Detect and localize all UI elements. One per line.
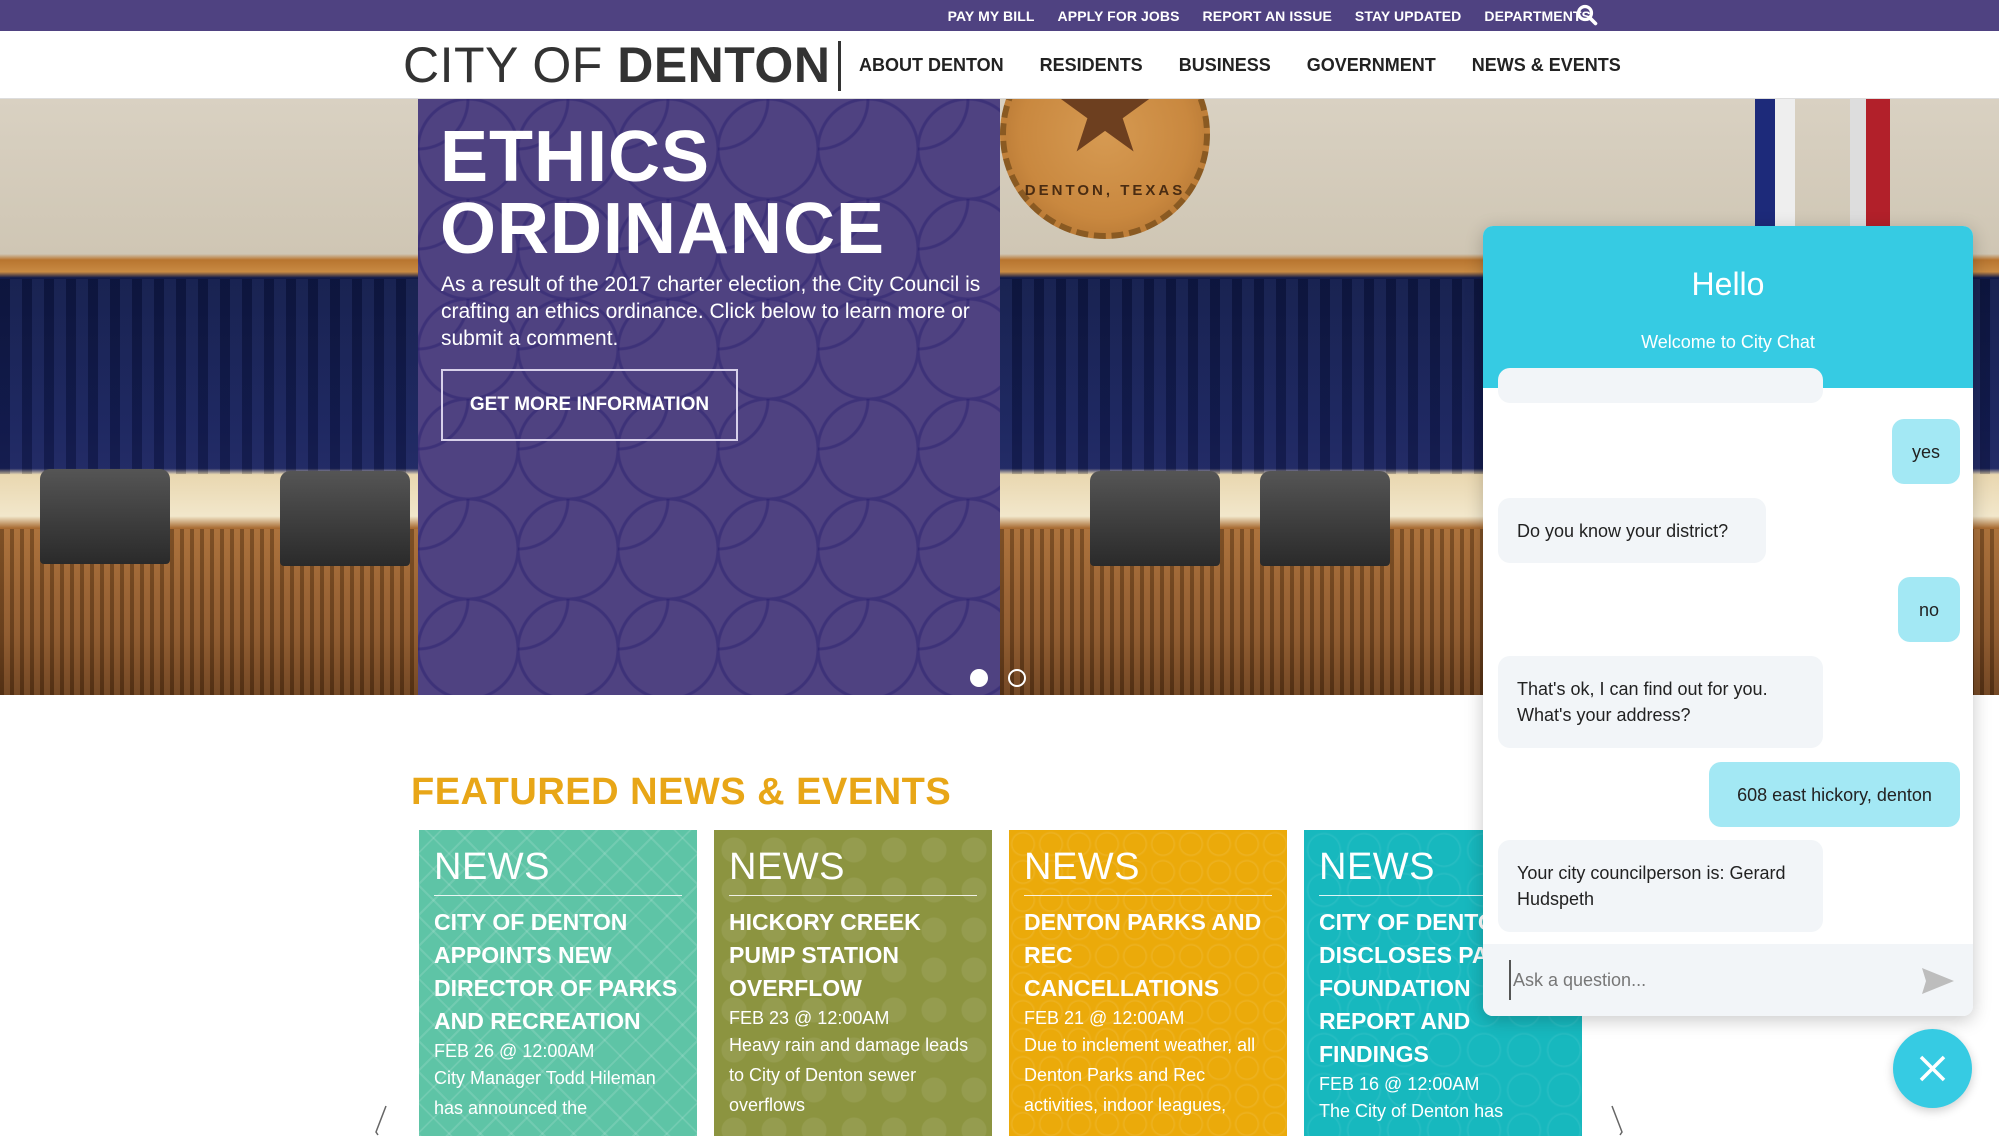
news-cards: NEWS CITY OF DENTON APPOINTS NEW DIRECTO… [419, 830, 1582, 1136]
card-excerpt: City Manager Todd Hileman has announced … [434, 1068, 656, 1118]
utility-link-pay-my-bill[interactable]: PAY MY BILL [948, 8, 1035, 24]
chat-question-input[interactable] [1509, 960, 1899, 1000]
card-kicker: NEWS [434, 848, 682, 896]
flag-image [1850, 99, 1890, 239]
slider-dots [970, 669, 1026, 687]
seal-text: DENTON, TEXAS [1024, 182, 1186, 199]
card-date: FEB 23 @ 12:00AM [729, 1008, 890, 1028]
chat-message-user: yes [1892, 419, 1960, 484]
primary-nav: ABOUT DENTON RESIDENTS BUSINESS GOVERNME… [859, 31, 1621, 99]
chevron-right-icon [1611, 1105, 1623, 1136]
hero-title-line1: ETHICS [440, 117, 711, 197]
chevron-left-icon [375, 1105, 387, 1136]
nav-item-news-events[interactable]: NEWS & EVENTS [1472, 55, 1621, 76]
chair-image [280, 471, 410, 566]
card-kicker: NEWS [729, 848, 977, 896]
slider-dot-2[interactable] [1008, 669, 1026, 687]
carousel-prev-button[interactable] [372, 1104, 392, 1136]
hero-body: As a result of the 2017 charter election… [441, 273, 981, 350]
logo-text-bold: DENTON [617, 37, 831, 93]
hero-title-line2: ORDINANCE [440, 189, 886, 269]
card-excerpt: Due to inclement weather, all Denton Par… [1024, 1035, 1256, 1115]
hero-panel: ETHICS ORDINANCE As a result of the 2017… [418, 99, 1000, 695]
search-button[interactable] [1575, 3, 1599, 27]
carousel-next-button[interactable] [1608, 1104, 1628, 1136]
card-date: FEB 26 @ 12:00AM [434, 1041, 595, 1061]
utility-bar: PAY MY BILL APPLY FOR JOBS REPORT AN ISS… [0, 0, 1999, 31]
card-date: FEB 21 @ 12:00AM [1024, 1008, 1185, 1028]
chat-message-list[interactable]: yes Do you know your district? no That's… [1483, 368, 1973, 946]
news-card[interactable]: NEWS CITY OF DENTON APPOINTS NEW DIRECTO… [419, 830, 697, 1136]
flag-image [1755, 99, 1795, 239]
nav-item-residents[interactable]: RESIDENTS [1040, 55, 1143, 76]
news-card[interactable]: NEWS HICKORY CREEK PUMP STATION OVERFLOW… [714, 830, 992, 1136]
main-nav: CITY OF DENTON ABOUT DENTON RESIDENTS BU… [0, 31, 1999, 99]
card-headline[interactable]: HICKORY CREEK PUMP STATION OVERFLOW [729, 906, 977, 1005]
chat-input-bar [1483, 944, 1973, 1016]
nav-item-about-denton[interactable]: ABOUT DENTON [859, 55, 1004, 76]
utility-links: PAY MY BILL APPLY FOR JOBS REPORT AN ISS… [948, 0, 1591, 31]
card-headline[interactable]: CITY OF DENTON APPOINTS NEW DIRECTOR OF … [434, 906, 682, 1038]
get-more-information-button[interactable]: GET MORE INFORMATION [441, 369, 738, 441]
utility-link-apply-for-jobs[interactable]: APPLY FOR JOBS [1058, 8, 1180, 24]
chat-title: Hello [1691, 266, 1765, 302]
slider-dot-1[interactable] [970, 669, 988, 687]
chair-image [1090, 471, 1220, 566]
chair-image [1260, 471, 1390, 566]
chat-widget: Hello Welcome to City Chat yes Do you kn… [1483, 226, 1973, 1016]
hero-title: ETHICS ORDINANCE [440, 121, 885, 265]
nav-item-government[interactable]: GOVERNMENT [1307, 55, 1436, 76]
utility-link-stay-updated[interactable]: STAY UPDATED [1355, 8, 1461, 24]
close-icon [1919, 1055, 1946, 1082]
card-excerpt: Heavy rain and damage leads to City of D… [729, 1035, 969, 1115]
card-date: FEB 16 @ 12:00AM [1319, 1074, 1480, 1094]
chat-message-bot: Do you know your district? [1498, 498, 1766, 563]
send-button[interactable] [1920, 966, 1956, 996]
logo-text-light: CITY OF [403, 37, 618, 93]
chat-message-bot-partial [1498, 368, 1823, 403]
nav-divider [838, 41, 841, 91]
news-card[interactable]: NEWS DENTON PARKS AND REC CANCELLATIONS … [1009, 830, 1287, 1136]
site-logo[interactable]: CITY OF DENTON [403, 39, 830, 91]
utility-link-report-an-issue[interactable]: REPORT AN ISSUE [1203, 8, 1332, 24]
chat-subtitle: Welcome to City Chat [1641, 332, 1815, 352]
send-icon [1922, 968, 1954, 994]
star-icon: ★ [1051, 99, 1159, 178]
card-headline[interactable]: DENTON PARKS AND REC CANCELLATIONS [1024, 906, 1272, 1005]
card-excerpt: The City of Denton has [1319, 1101, 1504, 1121]
chat-message-bot: Your city councilperson is: Gerard Hudsp… [1498, 840, 1823, 932]
chair-image [40, 469, 170, 564]
card-kicker: NEWS [1024, 848, 1272, 896]
city-seal-image: ★ DENTON, TEXAS [1000, 99, 1210, 239]
nav-item-business[interactable]: BUSINESS [1179, 55, 1271, 76]
chat-message-user: no [1898, 577, 1960, 642]
chat-header: Hello Welcome to City Chat [1483, 226, 1973, 388]
featured-news-title: FEATURED NEWS & EVENTS [411, 771, 952, 813]
close-chat-button[interactable] [1893, 1029, 1972, 1108]
chat-message-user: 608 east hickory, denton [1709, 762, 1960, 827]
search-icon [1576, 4, 1598, 26]
chat-message-bot: That's ok, I can find out for you. What'… [1498, 656, 1823, 748]
